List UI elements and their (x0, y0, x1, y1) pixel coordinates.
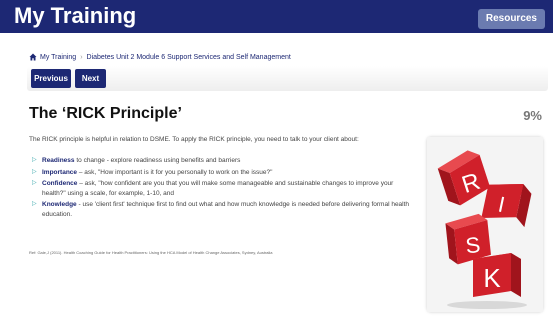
list-item: ▷ Knowledge - use 'client first' techniq… (32, 200, 417, 219)
list-item-term: Confidence (42, 180, 78, 187)
list-item-term: Knowledge (42, 201, 77, 208)
list-item-text: to change - explore readiness using bene… (74, 157, 241, 164)
list-item-text: – ask, "how confident are you that you w… (42, 180, 394, 197)
dice-letter-k: K (483, 263, 501, 293)
left-strip (0, 33, 10, 322)
breadcrumb-separator: › (80, 53, 83, 61)
home-icon[interactable] (29, 53, 37, 61)
rick-list: ▷ Readiness to change - explore readines… (32, 156, 417, 221)
triangle-right-icon: ▷ (32, 157, 37, 163)
breadcrumb: My Training › Diabetes Unit 2 Module 6 S… (29, 53, 291, 61)
list-item-text: - use 'client first' technique first to … (42, 201, 410, 218)
list-item: ▷ Importance – ask, "How important is it… (32, 168, 417, 178)
next-button[interactable]: Next (75, 69, 106, 88)
list-item: ▷ Confidence – ask, "how confident are y… (32, 179, 417, 198)
risk-dice-image: R I S K (427, 137, 543, 312)
list-item-term: Readiness (42, 157, 75, 164)
reference-text: Ref: Gale,J (2011). Health Coaching Guid… (29, 250, 273, 255)
dice-letter-s: S (464, 232, 481, 258)
list-item: ▷ Readiness to change - explore readines… (32, 156, 417, 166)
list-item-term: Importance (42, 168, 78, 176)
triangle-right-icon: ▷ (32, 168, 37, 175)
nav-bar: Previous Next (27, 66, 548, 91)
top-header: My Training Resources (0, 0, 553, 33)
previous-button[interactable]: Previous (31, 69, 71, 88)
page-title: The ‘RICK Principle’ (29, 105, 182, 122)
list-item-text: – ask, "How important is it for you pers… (77, 168, 273, 176)
breadcrumb-current[interactable]: Diabetes Unit 2 Module 6 Support Service… (87, 54, 291, 61)
breadcrumb-home-link[interactable]: My Training (40, 54, 76, 61)
app-title: My Training (14, 3, 137, 28)
progress-percent: 9% (523, 108, 542, 123)
intro-text: The RICK principle is helpful in relatio… (29, 136, 359, 143)
triangle-right-icon: ▷ (32, 180, 37, 186)
triangle-right-icon: ▷ (32, 201, 37, 207)
resources-button[interactable]: Resources (477, 9, 545, 29)
